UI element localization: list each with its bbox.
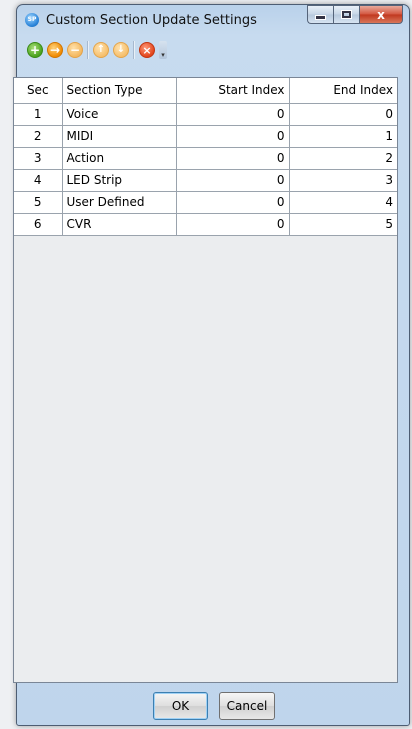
cell-sec[interactable]: 2: [14, 125, 63, 148]
cell-sec[interactable]: 5: [14, 191, 63, 214]
cell-start-index[interactable]: 0: [176, 103, 290, 126]
cell-start-index[interactable]: 0: [176, 125, 290, 148]
remove-icon[interactable]: −: [67, 42, 83, 58]
cell-start-index[interactable]: 0: [176, 191, 290, 214]
insert-icon[interactable]: →: [47, 42, 63, 58]
table-row[interactable]: 4 LED Strip 0 3: [14, 169, 397, 192]
toolbar-separator: [87, 41, 89, 59]
cell-sec[interactable]: 1: [14, 103, 63, 126]
cell-end-index[interactable]: 1: [289, 125, 397, 148]
close-icon: x: [377, 7, 385, 22]
cell-sec[interactable]: 6: [14, 213, 63, 236]
caption-buttons: x: [307, 5, 403, 25]
app-icon: SP: [25, 13, 39, 27]
table-row[interactable]: 5 User Defined 0 4: [14, 191, 397, 214]
table-row[interactable]: 2 MIDI 0 1: [14, 125, 397, 148]
toolbar-separator: [133, 41, 135, 59]
toolbar-overflow-icon[interactable]: ▾: [159, 41, 167, 59]
cell-start-index[interactable]: 0: [176, 147, 290, 170]
cell-section-type[interactable]: Action: [62, 147, 177, 170]
cell-section-type[interactable]: LED Strip: [62, 169, 177, 192]
title-bar[interactable]: SP Custom Section Update Settings x: [17, 5, 409, 35]
move-down-icon[interactable]: ↓: [113, 42, 129, 58]
cancel-button[interactable]: Cancel: [219, 692, 275, 720]
header-row: Sec Section Type Start Index End Index: [14, 78, 397, 104]
column-header-section-type[interactable]: Section Type: [62, 78, 177, 104]
cell-end-index[interactable]: 0: [289, 103, 397, 126]
table-row[interactable]: 6 CVR 0 5: [14, 213, 397, 236]
ok-button[interactable]: OK: [153, 692, 208, 720]
window-title: Custom Section Update Settings: [46, 13, 257, 28]
cell-end-index[interactable]: 2: [289, 147, 397, 170]
cell-sec[interactable]: 3: [14, 147, 63, 170]
table-row[interactable]: 3 Action 0 2: [14, 147, 397, 170]
cell-end-index[interactable]: 3: [289, 169, 397, 192]
maximize-icon: [341, 10, 352, 19]
column-header-end-index[interactable]: End Index: [289, 78, 397, 104]
cell-start-index[interactable]: 0: [176, 213, 290, 236]
move-up-icon[interactable]: ↑: [93, 42, 109, 58]
cell-section-type[interactable]: User Defined: [62, 191, 177, 214]
cell-sec[interactable]: 4: [14, 169, 63, 192]
clear-icon[interactable]: ×: [139, 42, 155, 58]
column-header-start-index[interactable]: Start Index: [176, 78, 290, 104]
sections-table: Sec Section Type Start Index End Index 1…: [14, 78, 397, 236]
minimize-icon: [315, 14, 326, 20]
cell-section-type[interactable]: MIDI: [62, 125, 177, 148]
add-icon[interactable]: +: [27, 42, 43, 58]
minimize-button[interactable]: [307, 5, 333, 24]
close-button[interactable]: x: [359, 5, 403, 24]
toolbar: + → − ↑ ↓ × ▾: [23, 38, 217, 62]
column-header-sec[interactable]: Sec: [14, 78, 63, 104]
maximize-button[interactable]: [333, 5, 359, 24]
cell-section-type[interactable]: CVR: [62, 213, 177, 236]
table-row[interactable]: 1 Voice 0 0: [14, 103, 397, 126]
cell-section-type[interactable]: Voice: [62, 103, 177, 126]
cell-end-index[interactable]: 4: [289, 191, 397, 214]
cell-start-index[interactable]: 0: [176, 169, 290, 192]
cell-end-index[interactable]: 5: [289, 213, 397, 236]
sections-grid[interactable]: Sec Section Type Start Index End Index 1…: [13, 77, 398, 683]
